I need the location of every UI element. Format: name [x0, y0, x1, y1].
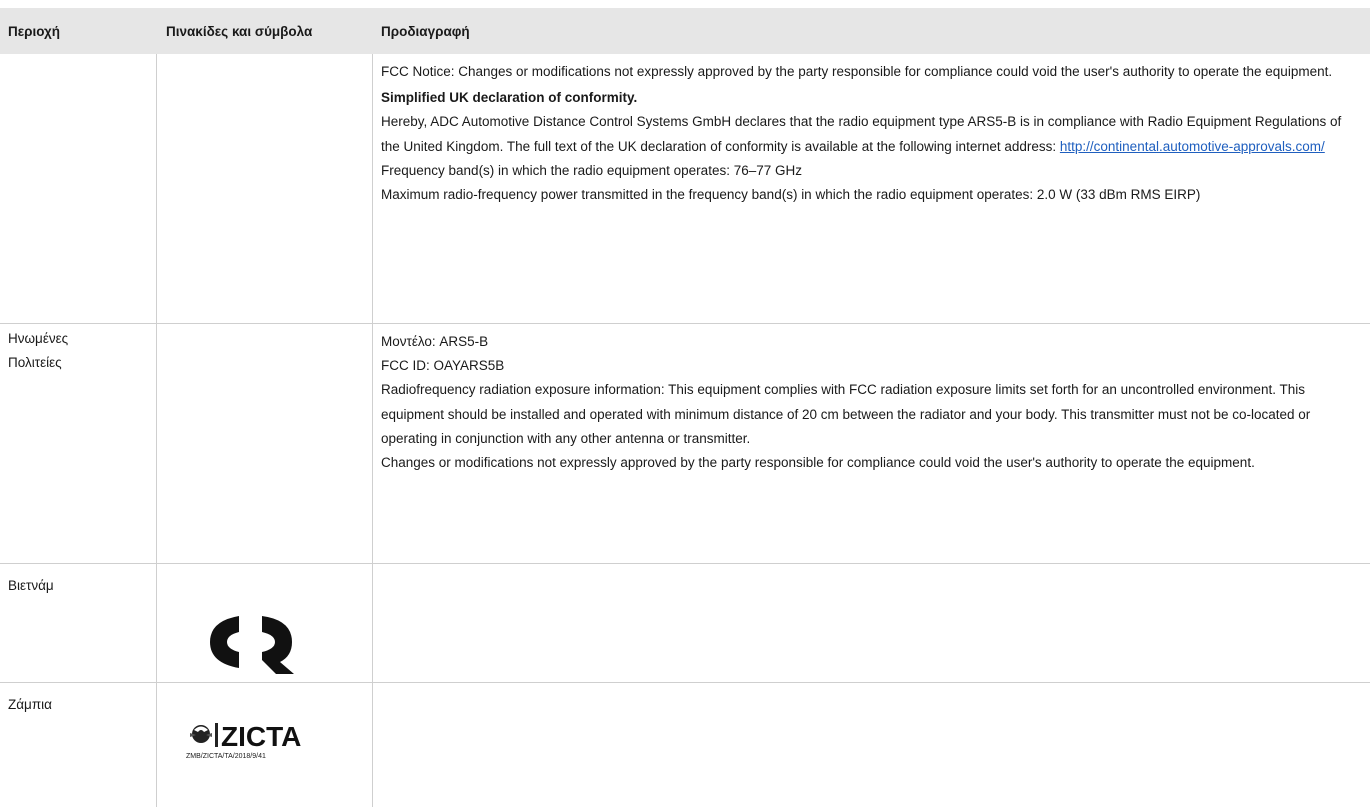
rf-exposure-text: Radiofrequency radiation exposure inform… — [381, 382, 1311, 446]
frequency-band-text: Frequency band(s) in which the radio equ… — [381, 162, 802, 178]
table-row: Βιετνάμ — [0, 564, 1370, 683]
max-power-text: Maximum radio-frequency power transmitte… — [381, 187, 1201, 203]
table-row: Ηνωμένες Πολιτείες Μοντέλο: ARS5-B FCC I… — [0, 324, 1370, 564]
region-name: Βιετνάμ — [8, 578, 54, 593]
uk-declaration-heading: Simplified UK declaration of conformity. — [381, 90, 638, 106]
header-region: Περιοχή — [8, 24, 61, 39]
model-text: Μοντέλο: ARS5-B — [381, 334, 489, 349]
region-name: Ζάμπια — [8, 697, 52, 712]
zicta-logo-icon: ZICTA ZMB/ZICTA/TA/2018/9/41 — [186, 721, 328, 761]
region-cell: Ζάμπια — [8, 693, 52, 717]
region-cell: Βιετνάμ — [8, 574, 54, 598]
approvals-link[interactable]: http://continental.automotive-approvals.… — [1060, 139, 1325, 154]
header-labels-symbols: Πινακίδες και σύμβολα — [166, 24, 313, 39]
header-specification: Προδιαγραφή — [381, 24, 470, 39]
zicta-approval-code: ZMB/ZICTA/TA/2018/9/41 — [186, 753, 266, 760]
region-cell: Ηνωμένες Πολιτείες — [8, 327, 68, 375]
fcc-notice-text: FCC Notice: Changes or modifications not… — [381, 64, 1333, 79]
table-row: FCC Notice: Changes or modifications not… — [0, 54, 1370, 324]
region-name-line2: Πολιτείες — [8, 355, 62, 370]
vietnam-cr-mark-icon — [210, 610, 302, 679]
region-name-line1: Ηνωμένες — [8, 331, 69, 346]
table-header: Περιοχή Πινακίδες και σύμβολα Προδιαγραφ… — [0, 8, 1370, 54]
zicta-wordmark: ZICTA — [221, 721, 301, 749]
fcc-id-text: FCC ID: OAYARS5B — [381, 358, 505, 374]
uk-declaration-text: Hereby, ADC Automotive Distance Control … — [381, 110, 1361, 158]
spec-cell: FCC Notice: Changes or modifications not… — [381, 60, 1361, 207]
table-row: Ζάμπια ZICTA ZMB/ZICTA/TA/2018/9/41 — [0, 683, 1370, 807]
changes-text: Changes or modifications not expressly a… — [381, 455, 1255, 471]
spec-cell: Μοντέλο: ARS5-B FCC ID: OAYARS5B Radiofr… — [381, 330, 1361, 475]
